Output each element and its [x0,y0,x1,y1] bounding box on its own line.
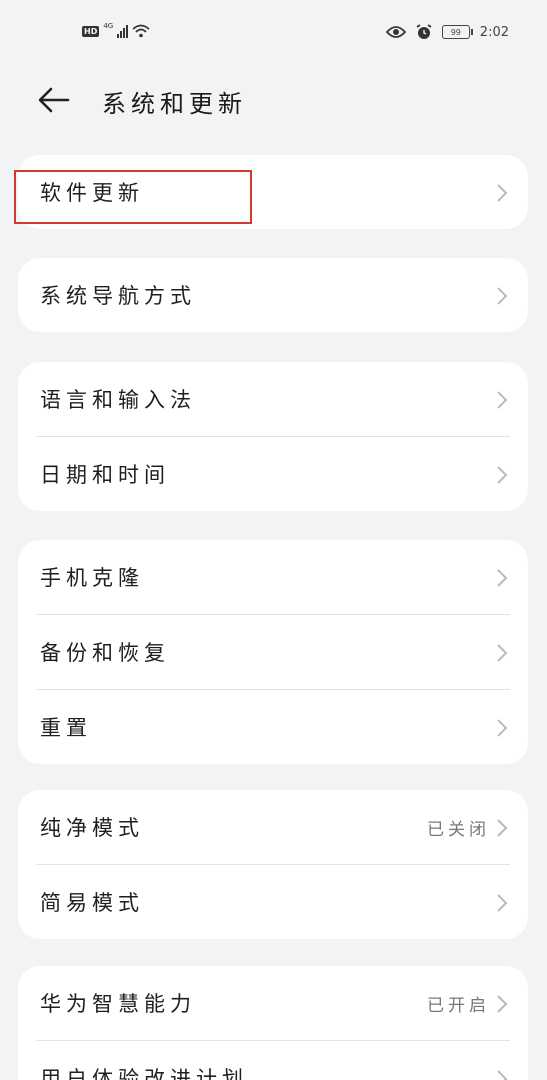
backup-restore-item[interactable]: 备份和恢复 [18,615,528,689]
chevron-right-icon [497,569,508,587]
phone-clone-item[interactable]: 手机克隆 [18,540,528,614]
date-time-label: 日期和时间 [40,463,170,487]
highlight-box [14,170,252,224]
phone-clone-label: 手机克隆 [40,566,144,590]
date-time-item[interactable]: 日期和时间 [18,437,528,511]
pure-mode-status: 已关闭 [427,819,490,840]
system-navigation-label: 系统导航方式 [40,284,196,308]
settings-group-backup: 手机克隆 备份和恢复 重置 [18,540,528,764]
settings-group-language: 语言和输入法 日期和时间 [18,362,528,511]
huawei-intelligence-status: 已开启 [427,995,490,1016]
signal-icon [117,24,129,38]
reset-label: 重置 [40,716,92,740]
pure-mode-label: 纯净模式 [40,816,144,840]
simple-mode-item[interactable]: 简易模式 [18,865,528,939]
system-navigation-item[interactable]: 系统导航方式 [18,258,528,332]
hd-badge: HD [82,25,100,37]
chevron-right-icon [497,719,508,737]
chevron-right-icon [497,819,508,837]
settings-group-intelligence: 华为智慧能力 已开启 用户体验改进计划 [18,966,528,1080]
header: 系统和更新 [0,78,547,122]
clock: 2:02 [479,24,509,40]
huawei-intelligence-label: 华为智慧能力 [40,992,196,1016]
chevron-right-icon [497,995,508,1013]
chevron-right-icon [497,466,508,484]
chevron-right-icon [497,894,508,912]
status-right: 99 2:02 [385,24,509,40]
battery-icon: 99 [441,25,473,39]
language-input-item[interactable]: 语言和输入法 [18,362,528,436]
chevron-right-icon [497,391,508,409]
chevron-right-icon [497,184,508,202]
chevron-right-icon [497,1070,508,1080]
network-type: 4G [103,22,114,30]
backup-restore-label: 备份和恢复 [40,641,170,665]
user-experience-item[interactable]: 用户体验改进计划 [18,1041,528,1080]
chevron-right-icon [497,287,508,305]
status-bar: HD 4G 99 2:02 [0,0,547,70]
reset-item[interactable]: 重置 [18,690,528,764]
language-input-label: 语言和输入法 [40,388,196,412]
page-title: 系统和更新 [102,90,247,118]
status-left: HD 4G [82,22,150,38]
back-button[interactable] [36,84,72,116]
simple-mode-label: 简易模式 [40,891,144,915]
pure-mode-item[interactable]: 纯净模式 已关闭 [18,790,528,864]
user-experience-label: 用户体验改进计划 [40,1067,248,1080]
chevron-right-icon [497,644,508,662]
settings-group-navigation: 系统导航方式 [18,258,528,332]
alarm-icon [416,24,432,39]
eye-icon [385,26,406,38]
arrow-left-icon [38,87,70,113]
huawei-intelligence-item[interactable]: 华为智慧能力 已开启 [18,966,528,1040]
battery-level: 99 [450,27,461,37]
wifi-icon [132,24,150,38]
settings-group-modes: 纯净模式 已关闭 简易模式 [18,790,528,939]
